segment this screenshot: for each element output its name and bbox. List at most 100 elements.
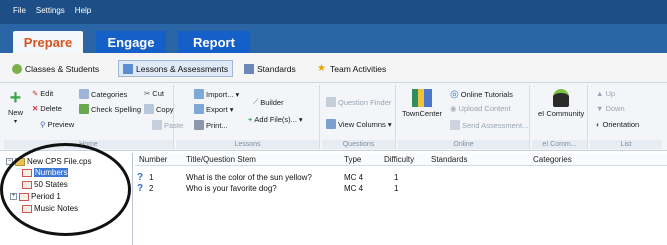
- chevron-down-icon: ▾: [387, 119, 392, 129]
- towncenter-button[interactable]: TownCenter: [402, 89, 442, 118]
- chevron-down-icon: ▾: [235, 89, 240, 99]
- tree-item-label: Numbers: [34, 168, 69, 177]
- lesson-icon: [19, 192, 29, 201]
- cut-button[interactable]: ✂ Cut: [144, 89, 164, 98]
- tree-item-label: 50 States: [34, 180, 68, 189]
- column-header-categories[interactable]: Categories: [533, 155, 572, 164]
- send-icon: [450, 120, 460, 130]
- students-icon: [12, 63, 22, 74]
- cell-difficulty: 1: [394, 184, 399, 193]
- plus-icon: +: [248, 115, 253, 124]
- chevron-down-icon: ▾: [14, 119, 18, 125]
- table-row[interactable]: ? 1 What is the color of the sun yellow?…: [135, 172, 667, 183]
- collapse-icon[interactable]: −: [6, 158, 13, 165]
- tree-item-period-1[interactable]: + Period 1: [10, 192, 61, 201]
- new-button[interactable]: + New ▾: [8, 88, 23, 125]
- print-button[interactable]: Print...: [194, 120, 228, 130]
- subtab-standards[interactable]: Standards: [244, 60, 296, 77]
- import-button[interactable]: Import... ▾: [194, 89, 239, 99]
- magnifier-icon: ⚲: [40, 120, 46, 129]
- export-icon: [194, 104, 204, 114]
- towncenter-icon: [412, 89, 433, 107]
- upload-icon: ◉: [450, 104, 457, 113]
- ei-community-button[interactable]: eI Community: [538, 89, 584, 118]
- folder-icon: [15, 157, 25, 166]
- group-label-community: eI Comm...: [532, 140, 587, 149]
- subtab-lessons-assessments[interactable]: Lessons & Assessments: [118, 60, 234, 77]
- subtab-label: Classes & Students: [25, 63, 100, 74]
- orientation-button[interactable]: ◐ Orientation: [596, 120, 639, 129]
- tree-root-label: New CPS File.cps: [27, 157, 92, 166]
- delete-button[interactable]: ✕ Delete: [32, 104, 62, 113]
- tree-root[interactable]: − New CPS File.cps: [6, 157, 91, 166]
- subtab-label: Lessons & Assessments: [136, 63, 229, 74]
- question-finder-button[interactable]: Question Finder: [326, 97, 391, 107]
- column-header-standards[interactable]: Standards: [431, 155, 467, 164]
- subtab-team-activities[interactable]: ★ Team Activities: [317, 60, 386, 77]
- builder-button[interactable]: ⟋ Builder: [253, 97, 284, 107]
- group-label-list: List: [590, 140, 662, 149]
- add-files-button[interactable]: + Add File(s)... ▾: [248, 115, 303, 124]
- column-header-number[interactable]: Number: [139, 155, 167, 164]
- chevron-down-icon: ▾: [229, 104, 234, 114]
- cell-stem: What is the color of the sun yellow?: [186, 173, 312, 182]
- community-icon: [553, 89, 570, 107]
- orientation-icon: ◐: [596, 120, 601, 129]
- menu-file[interactable]: File: [13, 6, 26, 15]
- tutorials-icon: ◎: [450, 89, 459, 100]
- ribbon-group-list: ▲ Up ▼ Down ◐ Orientation List: [590, 85, 662, 149]
- cell-difficulty: 1: [394, 173, 399, 182]
- chevron-down-icon: ▾: [298, 115, 303, 124]
- tree-item-music-notes[interactable]: Music Notes: [22, 204, 78, 213]
- column-header-stem[interactable]: Title/Question Stem: [186, 155, 256, 164]
- table-header: Number Title/Question Stem Type Difficul…: [135, 153, 667, 166]
- cell-number: 1: [149, 173, 154, 182]
- main-tab-row: Prepare Engage Report: [0, 24, 667, 53]
- column-header-difficulty[interactable]: Difficulty: [384, 155, 414, 164]
- preview-button[interactable]: ⚲ Preview: [40, 120, 74, 129]
- lesson-icon: [22, 168, 32, 177]
- upload-content-button[interactable]: ◉ Upload Content: [450, 104, 511, 113]
- tree-item-50-states[interactable]: 50 States: [22, 180, 68, 189]
- menu-help[interactable]: Help: [75, 6, 91, 15]
- export-button[interactable]: Export ▾: [194, 104, 233, 114]
- expand-icon[interactable]: +: [10, 193, 17, 200]
- arrow-down-icon: ▼: [596, 104, 604, 113]
- arrow-up-icon: ▲: [596, 89, 604, 98]
- clipboard-icon: [152, 120, 162, 130]
- spelling-icon: [79, 104, 89, 114]
- cell-type: MC 4: [344, 173, 364, 182]
- standards-icon: [244, 63, 254, 74]
- menu-bar: File Settings Help: [0, 0, 667, 24]
- table-row[interactable]: ? 2 Who is your favorite dog? MC 4 1: [135, 183, 667, 194]
- subtab-classes-students[interactable]: Classes & Students: [12, 60, 99, 77]
- cell-number: 2: [149, 184, 154, 193]
- tab-prepare[interactable]: Prepare: [13, 31, 83, 53]
- lesson-icon: [22, 180, 32, 189]
- star-icon: ★: [317, 62, 326, 74]
- delete-icon: ✕: [32, 104, 39, 113]
- wand-icon: ⟋: [253, 97, 259, 106]
- up-button[interactable]: ▲ Up: [596, 89, 615, 98]
- online-tutorials-button[interactable]: ◎ Online Tutorials: [450, 89, 513, 100]
- tree-item-numbers[interactable]: Numbers: [22, 168, 69, 177]
- edit-button[interactable]: ✎ Edit: [32, 89, 53, 98]
- view-columns-button[interactable]: View Columns ▾: [326, 119, 392, 129]
- column-header-type[interactable]: Type: [344, 155, 361, 164]
- ribbon: + New ▾ ✎ Edit ✕ Delete ⚲ Preview Catego…: [0, 83, 667, 151]
- lessons-icon: [123, 63, 133, 74]
- columns-icon: [326, 119, 336, 129]
- group-label-online: Online: [398, 140, 529, 149]
- copy-button[interactable]: Copy: [144, 104, 174, 114]
- tab-engage[interactable]: Engage: [96, 31, 166, 53]
- subtab-label: Team Activities: [330, 63, 387, 74]
- tab-report[interactable]: Report: [178, 31, 250, 53]
- ribbon-group-online: TownCenter ◎ Online Tutorials ◉ Upload C…: [398, 85, 530, 149]
- send-assessment-button[interactable]: Send Assessment...: [450, 120, 528, 130]
- check-spelling-button[interactable]: Check Spelling: [79, 104, 141, 114]
- scissors-icon: ✂: [144, 89, 151, 98]
- categories-button[interactable]: Categories: [79, 89, 127, 99]
- menu-settings[interactable]: Settings: [36, 6, 65, 15]
- printer-icon: [194, 120, 204, 130]
- down-button[interactable]: ▼ Down: [596, 104, 625, 113]
